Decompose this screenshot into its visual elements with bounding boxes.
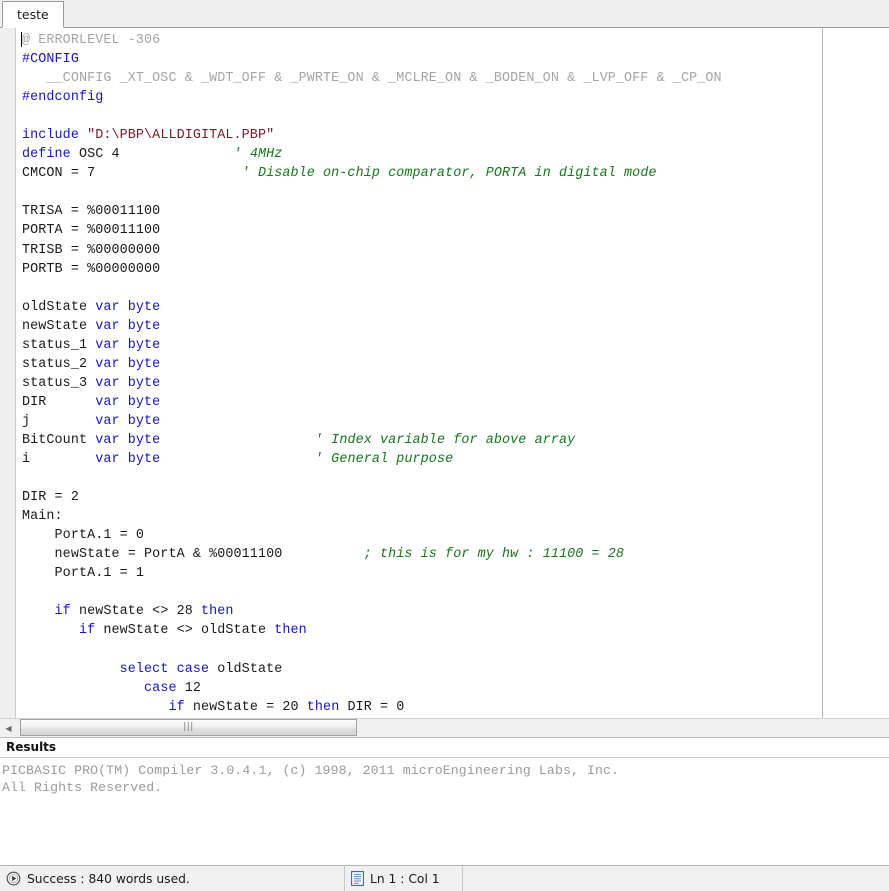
status-empty-cell — [463, 866, 889, 891]
status-compile-cell[interactable]: Success : 840 words used. — [0, 866, 345, 891]
editor-tab-teste[interactable]: teste — [2, 1, 64, 28]
play-circle-icon — [6, 871, 21, 886]
tab-results[interactable]: Results — [0, 738, 64, 757]
text-caret — [21, 32, 22, 47]
results-panel: Results PICBASIC PRO(TM) Compiler 3.0.4.… — [0, 738, 889, 865]
scrollbar-grip-icon: ||| — [183, 723, 194, 732]
editor-tab-strip: teste — [0, 0, 889, 28]
editor-code-area[interactable]: @ ERRORLEVEL -306 #CONFIG __CONFIG _XT_O… — [16, 28, 889, 718]
source-code-text[interactable]: @ ERRORLEVEL -306 #CONFIG __CONFIG _XT_O… — [16, 28, 889, 717]
cursor-position-text: Ln 1 : Col 1 — [370, 872, 440, 886]
ide-window: teste @ ERRORLEVEL -306 #CONFIG __CONFIG… — [0, 0, 889, 891]
scroll-left-arrow-icon[interactable]: ◀ — [0, 719, 17, 737]
compile-status-text: Success : 840 words used. — [27, 872, 190, 886]
status-bar: Success : 840 words used. Ln 1 : Col 1 — [0, 865, 889, 891]
scrollbar-track[interactable]: ||| — [17, 719, 889, 737]
status-cursor-cell[interactable]: Ln 1 : Col 1 — [345, 866, 463, 891]
code-editor[interactable]: @ ERRORLEVEL -306 #CONFIG __CONFIG _XT_O… — [0, 28, 889, 718]
editor-horizontal-scrollbar[interactable]: ◀ ||| — [0, 718, 889, 738]
results-output-area[interactable]: PICBASIC PRO(TM) Compiler 3.0.4.1, (c) 1… — [0, 758, 889, 865]
editor-gutter[interactable] — [0, 28, 16, 718]
document-lines-icon — [351, 871, 364, 886]
results-tab-bar: Results — [0, 738, 889, 758]
compiler-output-text: PICBASIC PRO(TM) Compiler 3.0.4.1, (c) 1… — [0, 758, 889, 796]
editor-tab-label: teste — [17, 7, 49, 22]
scrollbar-thumb[interactable]: ||| — [20, 719, 357, 736]
